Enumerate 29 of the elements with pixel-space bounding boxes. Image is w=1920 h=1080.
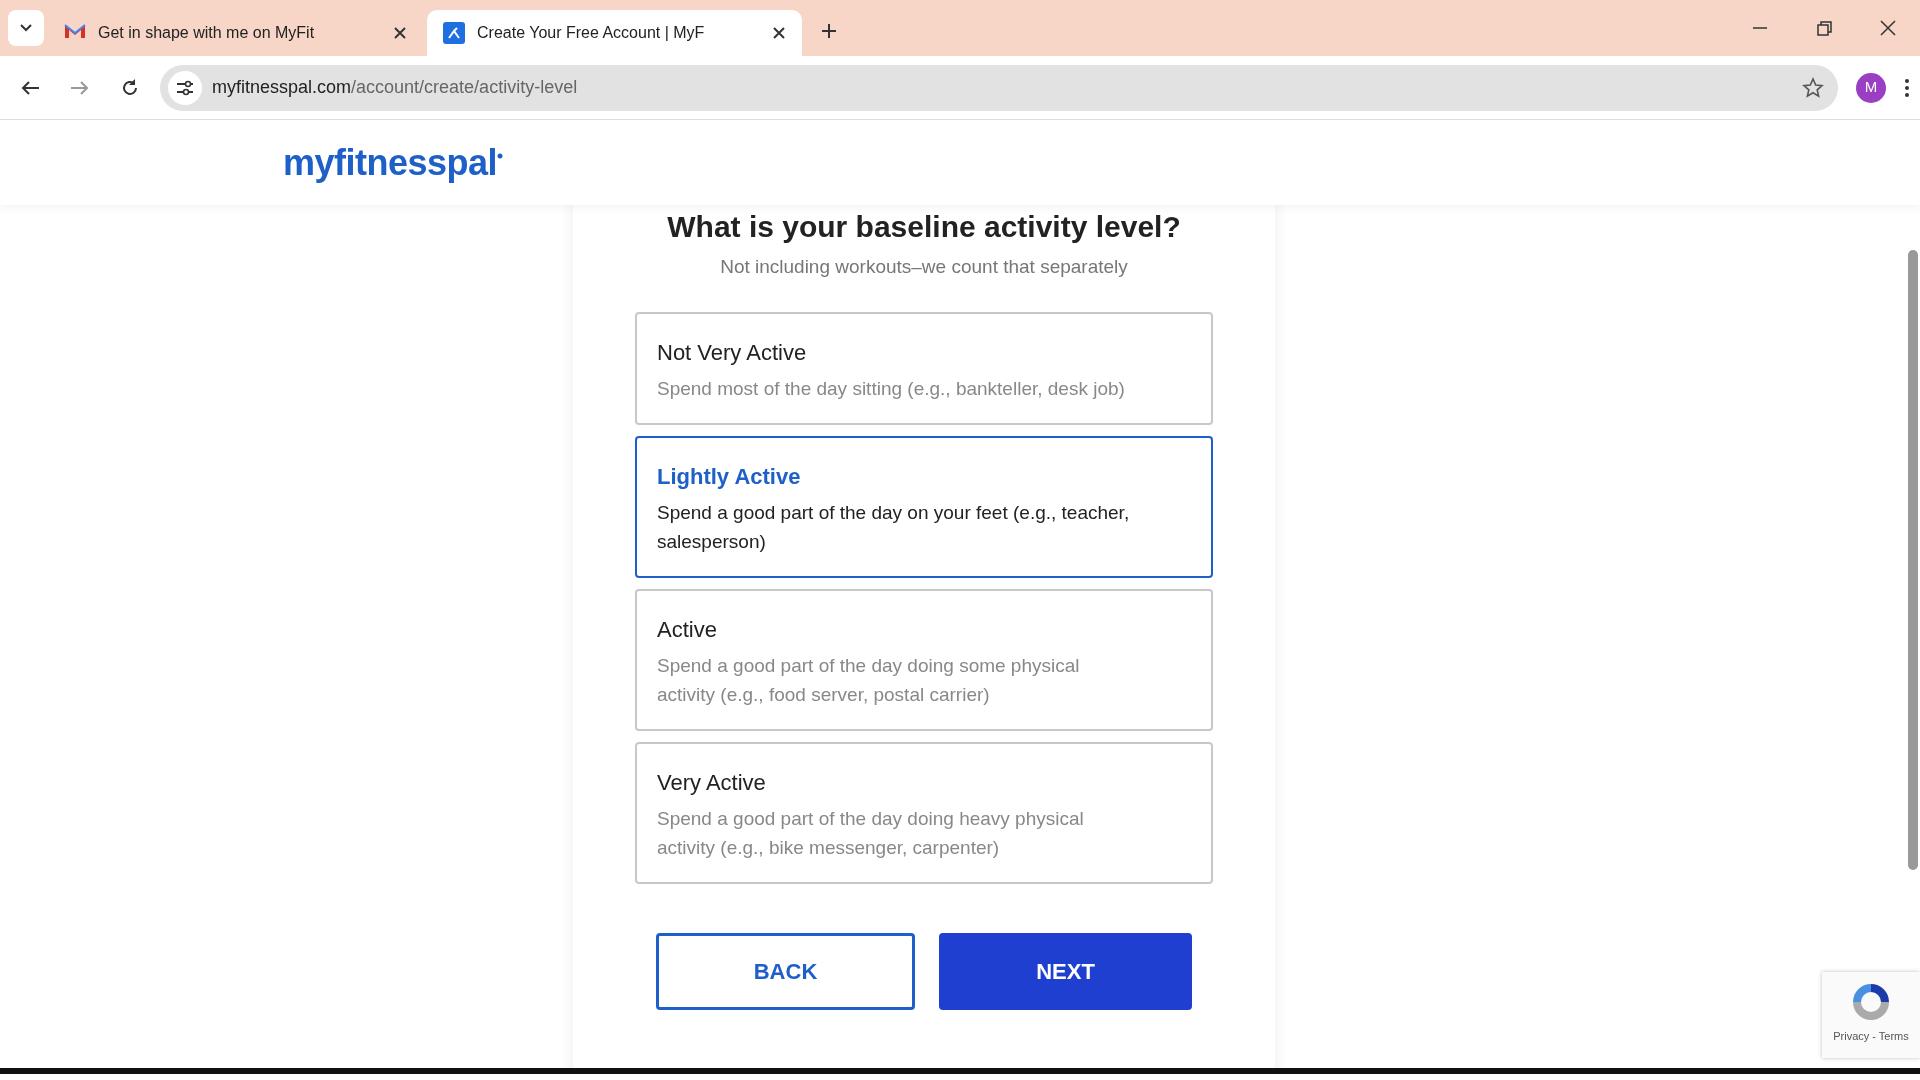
logo[interactable]: myfitnesspal [283, 135, 504, 190]
app-icon [443, 22, 465, 44]
browser-tab[interactable]: Create Your Free Account | MyF [427, 10, 802, 56]
close-icon[interactable] [393, 26, 407, 40]
profile-avatar[interactable]: M [1856, 72, 1886, 103]
tab-list-button[interactable] [8, 10, 44, 46]
question-heading: What is your baseline activity level? [666, 209, 1182, 245]
minimize-icon [1753, 27, 1767, 29]
caret-icon [19, 23, 33, 33]
scrollbar-thumb[interactable] [1908, 250, 1918, 870]
activity-option[interactable]: Very Active Spend a good part of the day doing heavy physical activity (e.g., bike messenger, carpenter) [635, 742, 1213, 884]
close-icon [1880, 20, 1896, 36]
privacy-terms-links[interactable]: Privacy - Terms [1833, 1028, 1909, 1045]
next-button[interactable]: NEXT [939, 933, 1192, 1010]
recaptcha-badge[interactable]: Privacy - Terms [1822, 972, 1920, 1058]
restore-icon [1816, 20, 1832, 36]
activity-option[interactable]: Active Spend a good part of the day doing some physical activity (e.g., food server, postal carrier) [635, 589, 1213, 731]
browser-tab[interactable]: Get in shape with me on MyFit [48, 10, 423, 56]
star-icon[interactable] [1802, 76, 1824, 99]
url-text: myfitnesspal.com/account/create/activity-level [212, 76, 579, 99]
address-bar[interactable]: myfitnesspal.com/account/create/activity-level [160, 64, 1838, 111]
site-settings-icon[interactable] [168, 70, 202, 105]
plus-icon [820, 21, 838, 40]
activity-option[interactable]: Lightly Active Spend a good part of the day on your feet (e.g., teacher, salesperson) [635, 436, 1213, 578]
subtitle: Not including workouts–we count that separately [719, 255, 1129, 279]
menu-icon[interactable] [1904, 76, 1910, 99]
activity-option[interactable]: Not Very Active Spend most of the day sitting (e.g., bankteller, desk job) [635, 311, 1213, 425]
close-icon[interactable] [772, 26, 786, 40]
back-button[interactable]: BACK [656, 933, 915, 1010]
